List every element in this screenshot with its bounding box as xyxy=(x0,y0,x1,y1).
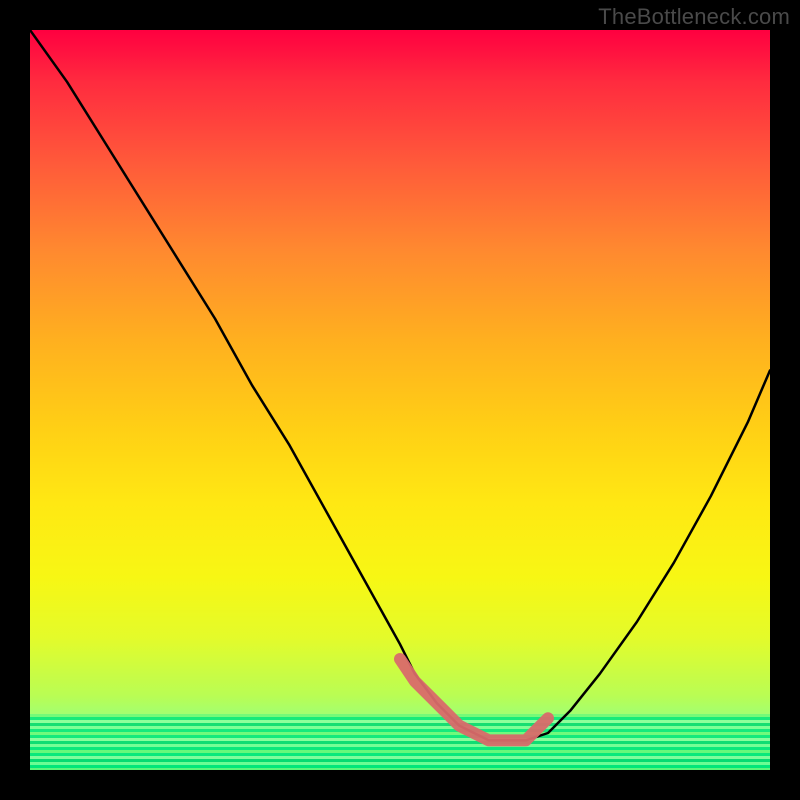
plot-area xyxy=(30,30,770,770)
watermark-text: TheBottleneck.com xyxy=(598,4,790,30)
bottleneck-curve-path xyxy=(30,30,770,740)
sweet-spot-marker-path xyxy=(400,659,548,740)
curve-svg xyxy=(30,30,770,770)
chart-container: TheBottleneck.com xyxy=(0,0,800,800)
